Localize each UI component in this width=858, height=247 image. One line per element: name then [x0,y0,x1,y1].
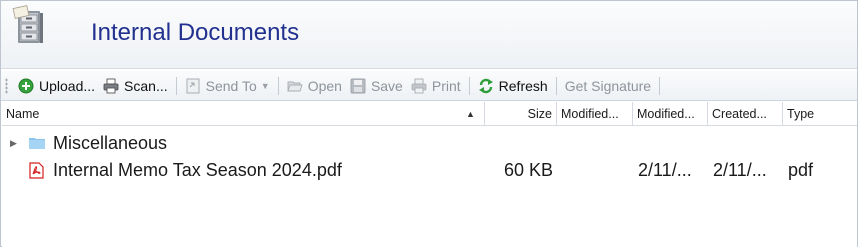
file-cabinet-icon [12,5,43,43]
refresh-icon [478,78,493,93]
save-label: Save [370,77,403,94]
print-label: Print [431,77,461,94]
upload-button[interactable]: Upload... [14,74,99,98]
floppy-disk-icon [350,78,366,93]
toolbar-separator [175,76,177,95]
scan-button[interactable]: Scan... [99,74,172,98]
file-type [788,129,856,157]
upload-label: Upload... [39,77,96,94]
open-label: Open [307,77,342,94]
document-grid: Name ▲ Size Modified... Modified... Crea… [2,102,857,247]
document-window: Internal Documents Upload... Scan... Sen… [0,0,858,247]
file-size [485,129,553,157]
sort-ascending-icon: ▲ [466,109,475,119]
toolbar: Upload... Scan... Send To ▼ Open Save Pr… [1,71,857,101]
printer-icon [103,78,119,93]
table-row[interactable]: Internal Memo Tax Season 2024.pdf 60 KB … [2,156,857,184]
file-name: Miscellaneous [53,133,168,153]
column-header-type[interactable]: Type [783,102,857,126]
column-header-modified-by[interactable]: Modified... [557,102,633,126]
chevron-down-icon: ▼ [260,80,270,91]
toolbar-separator [277,76,279,95]
get-signature-button[interactable]: Get Signature [561,74,655,98]
toolbar-separator [659,76,661,95]
refresh-button[interactable]: Refresh [474,74,552,98]
scan-label: Scan... [124,77,168,94]
file-created: 2/11/... [713,160,767,180]
toolbar-separator [468,76,470,95]
file-modified: 2/11/... [638,160,692,180]
refresh-label: Refresh [498,77,548,94]
file-type: pdf [788,160,814,180]
pdf-icon [29,162,44,179]
grid-header: Name ▲ Size Modified... Modified... Crea… [2,102,857,126]
send-to-label: Send To [205,77,257,94]
printer-icon [411,78,427,93]
table-row[interactable]: ▶ Miscellaneous [2,129,857,157]
save-button[interactable]: Save [346,74,407,98]
print-button[interactable]: Print [407,74,465,98]
toolbar-grip[interactable] [5,77,8,94]
column-header-created[interactable]: Created... [708,102,783,126]
open-button[interactable]: Open [283,74,346,98]
add-circle-icon [18,78,34,93]
open-folder-icon [287,81,303,91]
send-to-icon [186,78,200,93]
get-signature-label: Get Signature [564,77,652,94]
column-header-size[interactable]: Size [485,102,557,126]
column-header-name[interactable]: Name [2,102,485,126]
page-title: Internal Documents [91,19,300,46]
expand-arrow-icon[interactable]: ▶ [10,129,17,157]
folder-icon [29,138,45,149]
file-modified [638,129,708,157]
file-created [713,129,783,157]
header-bar: Internal Documents [1,1,857,69]
send-to-button[interactable]: Send To ▼ [181,74,274,98]
file-name: Internal Memo Tax Season 2024.pdf [53,160,342,180]
column-header-modified[interactable]: Modified... [633,102,708,126]
toolbar-separator [555,76,557,95]
file-size: 60 KB [503,160,553,180]
